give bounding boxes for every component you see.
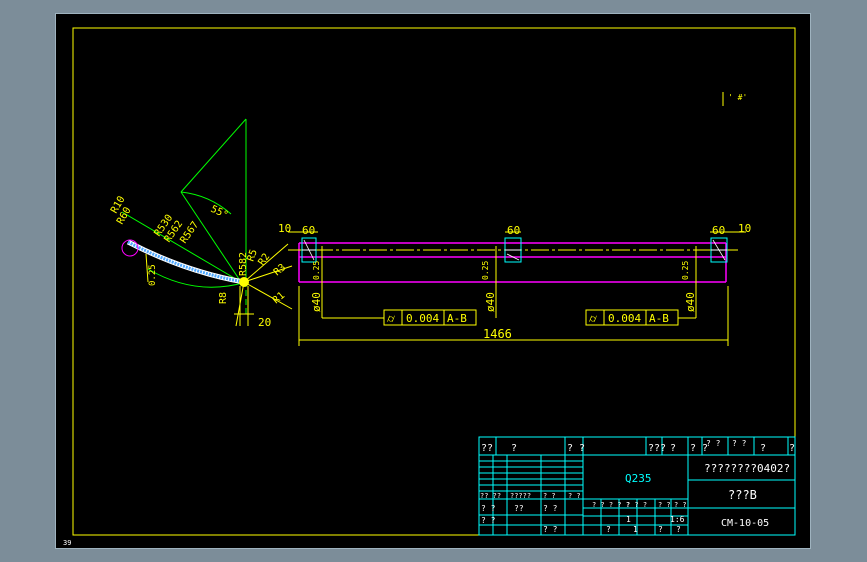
label-width-tol: 0.25 <box>148 264 158 286</box>
head-cell-5: ? <box>670 443 676 454</box>
label-20: 20 <box>258 316 271 329</box>
tol-mid: 0.25 <box>481 261 490 280</box>
bearing-right <box>710 237 728 263</box>
title-main: ????????0402? <box>704 462 790 475</box>
geo-datum-right: A-B <box>649 312 669 325</box>
label-r3: R3 <box>272 262 288 278</box>
bottom-cell-3: ? <box>658 525 663 534</box>
scale-value: 1:6 <box>670 515 685 524</box>
left-cell-r2-3: ? ? <box>543 504 558 513</box>
left-cell-r2-2: ?? <box>514 504 524 513</box>
dim-10-right: 10 <box>738 222 751 235</box>
geo-value-left: 0.004 <box>406 312 439 325</box>
mid-cell-3: ? ? <box>658 501 671 509</box>
head-cell-7: ? ? <box>706 439 721 448</box>
dim-60-right: 60 <box>712 224 725 237</box>
head-cell-9: ? <box>760 443 766 454</box>
left-cell-r2-1: ? ? <box>481 504 496 513</box>
mid-cell-2: ? ? ? <box>626 501 647 509</box>
left-cell-r1-2: ????? <box>510 492 531 500</box>
bearing-mid <box>504 237 522 263</box>
left-cell-r1-3: ? ? <box>543 492 556 500</box>
geo-datum-left: A-B <box>447 312 467 325</box>
tol-right: 0.25 <box>681 261 690 280</box>
diam-left: ø40 <box>310 292 323 312</box>
corner-label: 39 <box>63 539 71 547</box>
curved-bar-outline <box>126 239 245 285</box>
leader-r1 <box>243 281 293 310</box>
dim-60-mid: 60 <box>507 224 520 237</box>
head-cell-3: ? ? <box>567 443 585 454</box>
front-view: 10 60 60 60 10 ø40 ø40 ø40 0.25 0.25 0.2… <box>278 222 751 346</box>
title-block-text: ?? ? ? ? ??? ? ? ? ? ? ? ? ? ? Q235 ????… <box>480 439 795 534</box>
head-cell-1: ?? <box>481 443 493 454</box>
overall-length: 1466 <box>483 327 512 341</box>
geo-symbol-right: ⌭ <box>589 312 597 325</box>
scale-mark: 1 <box>626 515 631 524</box>
drawing-no: CM-10-05 <box>721 518 769 529</box>
head-cell-4: ??? <box>648 443 666 454</box>
left-cell-r3-1: ? ? <box>481 516 496 525</box>
note-mark: ' #' <box>728 93 747 102</box>
diam-mid: ø40 <box>484 292 497 312</box>
label-r1: R1 <box>271 290 287 306</box>
geo-tol-left: ⌭ 0.004 A-B <box>383 309 477 326</box>
head-cell-2: ? <box>511 443 517 454</box>
left-cell-r1-1: ?? ?? <box>480 492 501 500</box>
bearing-left <box>301 237 317 263</box>
label-angle: 55° <box>209 204 230 222</box>
drawing-sheet: ' #' R10 R60 R530 R562 R567 55° R582 R5 <box>55 13 811 549</box>
dim-60-left: 60 <box>302 224 315 237</box>
angle-line-diagonal <box>180 118 247 193</box>
left-cell-r1-4: ? ? <box>568 492 581 500</box>
dim-10-left: 10 <box>278 222 291 235</box>
diam-right: ø40 <box>684 292 697 312</box>
left-view: R10 R60 R530 R562 R567 55° R582 R5 R2 R3… <box>109 118 293 329</box>
material: Q235 <box>625 472 652 485</box>
title-sub: ???B <box>728 488 757 502</box>
geo-value-right: 0.004 <box>608 312 641 325</box>
label-r8: R8 <box>218 292 229 304</box>
bottom-cell-4: ? <box>676 525 681 534</box>
tol-left: 0.25 <box>312 261 321 280</box>
head-cell-10: ? <box>789 443 795 454</box>
cad-drawing: ' #' R10 R60 R530 R562 R567 55° R582 R5 <box>63 27 796 547</box>
bottom-cell-2: 1 <box>633 525 638 534</box>
mid-cell-4: ? ? <box>674 501 687 509</box>
mid-cell-1: ? ? ? ? ? <box>592 501 630 509</box>
left-cell-r3-2: ? ? <box>543 525 558 534</box>
bottom-cell-1: ? <box>606 525 611 534</box>
geo-symbol-left: ⌭ <box>387 312 395 325</box>
geo-tol-right: ⌭ 0.004 A-B <box>585 309 679 326</box>
head-cell-8: ? ? <box>732 439 747 448</box>
